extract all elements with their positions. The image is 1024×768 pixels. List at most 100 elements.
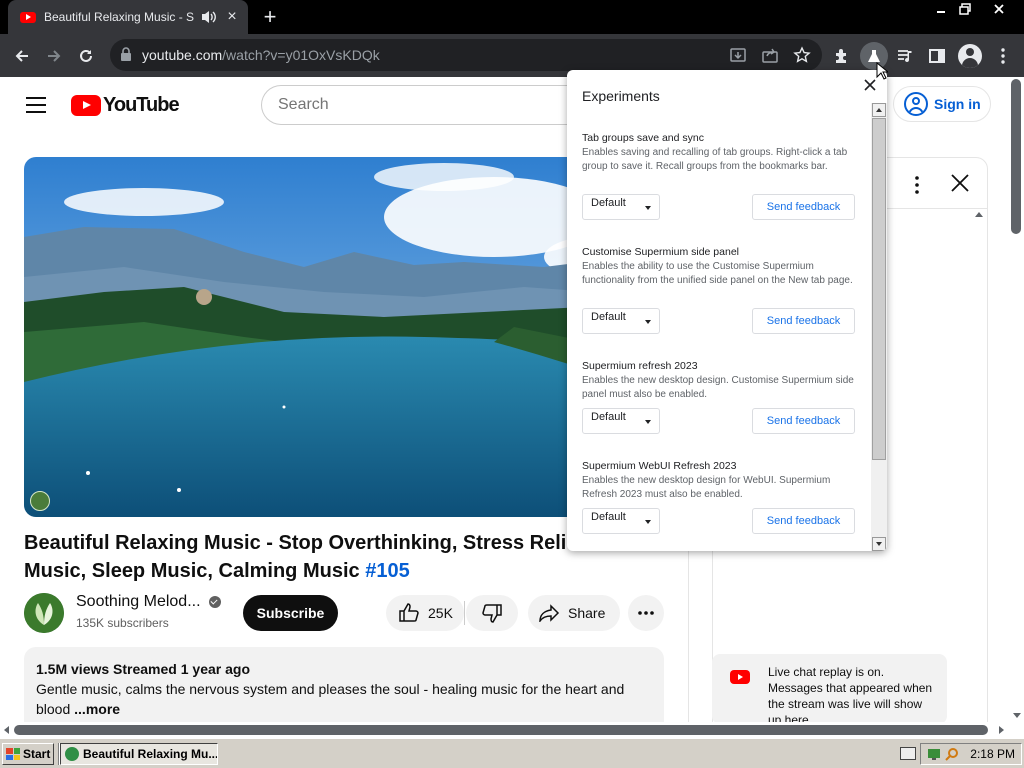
- browser-tab[interactable]: Beautiful Relaxing Music - Stop Overthin…: [8, 0, 248, 34]
- tab-close-icon[interactable]: ×: [224, 9, 240, 25]
- dislike-button[interactable]: [466, 595, 518, 631]
- youtube-favicon-icon: [20, 11, 36, 23]
- video-title: Beautiful Relaxing Music - Stop Overthin…: [24, 529, 624, 585]
- experiment-item: Customise Supermium side panel Enables t…: [582, 246, 857, 342]
- subscriber-count: 135K subscribers: [76, 616, 169, 630]
- experiment-name: Customise Supermium side panel: [582, 246, 739, 258]
- url-path: /watch?v=y01OxVsKDQk: [222, 47, 380, 63]
- media-queue-icon[interactable]: [894, 45, 916, 67]
- chat-close-icon[interactable]: [949, 172, 971, 194]
- browser-app-icon: [65, 747, 79, 761]
- experiment-state-select[interactable]: Default: [582, 508, 660, 534]
- experiment-item: Tab groups save and sync Enables saving …: [582, 132, 857, 228]
- popup-scroll-down-icon[interactable]: [872, 537, 886, 551]
- mouse-cursor-icon: [876, 62, 888, 80]
- lock-icon[interactable]: [120, 47, 132, 61]
- side-panel-icon[interactable]: [926, 45, 948, 67]
- search-input[interactable]: [262, 86, 591, 124]
- page-horizontal-scrollbar[interactable]: [0, 722, 1008, 738]
- account-icon: [904, 92, 928, 116]
- sign-in-button[interactable]: Sign in: [893, 86, 991, 122]
- clock[interactable]: 2:18 PM: [970, 747, 1015, 761]
- experiment-item: Supermium refresh 2023 Enables the new d…: [582, 360, 857, 440]
- speaker-icon[interactable]: [200, 9, 218, 25]
- send-feedback-button[interactable]: Send feedback: [752, 508, 855, 534]
- subscribe-button[interactable]: Subscribe: [243, 595, 338, 631]
- channel-name[interactable]: Soothing Melod...: [76, 593, 221, 611]
- search-tray-icon[interactable]: [945, 747, 959, 761]
- send-feedback-button[interactable]: Send feedback: [752, 308, 855, 334]
- restore-button[interactable]: [952, 0, 978, 18]
- channel-watermark-icon[interactable]: [30, 491, 50, 511]
- share-button[interactable]: Share: [528, 595, 620, 631]
- chat-replay-notice: Live chat replay is on. Messages that ap…: [712, 654, 947, 722]
- experiment-state-select[interactable]: Default: [582, 194, 660, 220]
- popup-scroll-up-icon[interactable]: [872, 103, 886, 117]
- share-arrow-icon: [539, 604, 560, 622]
- keyboard-layout-icon[interactable]: [900, 747, 916, 760]
- chat-scroll-up-arrow-icon[interactable]: [975, 212, 983, 217]
- scroll-down-arrow-icon[interactable]: [1013, 713, 1021, 718]
- page-scroll-thumb[interactable]: [1011, 79, 1021, 234]
- popup-scroll-thumb[interactable]: [872, 118, 886, 460]
- popup-scrollbar[interactable]: [871, 103, 887, 551]
- experiments-title: Experiments: [582, 88, 660, 104]
- tab-title: Beautiful Relaxing Music - Stop Overthin…: [44, 10, 194, 24]
- youtube-icon: [730, 670, 750, 684]
- popup-close-icon[interactable]: [863, 78, 877, 92]
- like-button[interactable]: 25K: [386, 595, 464, 631]
- channel-avatar[interactable]: [24, 593, 64, 633]
- experiments-popup: Experiments Tab groups save and sync Ena…: [567, 70, 887, 551]
- video-hashtag[interactable]: #105: [365, 560, 410, 582]
- horizontal-scroll-thumb[interactable]: [14, 725, 988, 735]
- experiment-description: Enables the new desktop design for WebUI…: [582, 475, 831, 500]
- send-feedback-button[interactable]: Send feedback: [752, 408, 855, 434]
- scroll-right-arrow-icon[interactable]: [999, 726, 1004, 734]
- bookmark-star-icon[interactable]: [793, 46, 811, 64]
- more-horizontal-icon: [638, 611, 654, 615]
- install-icon[interactable]: [729, 46, 747, 64]
- profile-avatar-icon[interactable]: [958, 44, 982, 68]
- experiment-description: Enables saving and recalling of tab grou…: [582, 147, 848, 172]
- youtube-wordmark: YouTube: [103, 94, 180, 116]
- taskbar-window-button[interactable]: Beautiful Relaxing Mu...: [60, 743, 218, 765]
- experiment-name: Tab groups save and sync: [582, 132, 704, 144]
- description-body: Gentle music, calms the nervous system a…: [36, 681, 625, 717]
- back-button[interactable]: [8, 42, 36, 70]
- reload-button[interactable]: [72, 42, 100, 70]
- taskbar: Start Beautiful Relaxing Mu... 2:18 PM: [0, 738, 1024, 768]
- system-tray: 2:18 PM: [920, 743, 1022, 765]
- experiment-name: Supermium WebUI Refresh 2023: [582, 460, 737, 472]
- menu-hamburger-icon[interactable]: [26, 97, 46, 113]
- address-bar[interactable]: youtube.com/watch?v=y01OxVsKDQk: [110, 39, 822, 71]
- like-count: 25K: [428, 605, 453, 621]
- experiment-state-select[interactable]: Default: [582, 308, 660, 334]
- video-title-text: Beautiful Relaxing Music - Stop Overthin…: [24, 532, 585, 582]
- start-button[interactable]: Start: [2, 743, 54, 765]
- page-vertical-scrollbar[interactable]: [1008, 77, 1024, 722]
- sign-in-label: Sign in: [934, 96, 981, 112]
- send-feedback-button[interactable]: Send feedback: [752, 194, 855, 220]
- description-box[interactable]: 1.5M views Streamed 1 year ago Gentle mu…: [24, 647, 664, 722]
- window-close-button[interactable]: [986, 0, 1012, 18]
- leaf-logo-icon: [24, 593, 64, 633]
- experiment-name: Supermium refresh 2023: [582, 360, 698, 372]
- show-more-link[interactable]: ...more: [74, 701, 120, 717]
- chat-menu-icon[interactable]: [915, 176, 919, 194]
- new-tab-button[interactable]: +: [258, 6, 282, 30]
- extensions-icon[interactable]: [831, 45, 853, 67]
- forward-button[interactable]: [40, 42, 68, 70]
- share-page-icon[interactable]: [761, 46, 779, 64]
- windows-flag-icon: [6, 748, 20, 760]
- search-box[interactable]: [261, 85, 591, 125]
- chat-replay-text: Live chat replay is on. Messages that ap…: [768, 665, 933, 722]
- experiment-state-select[interactable]: Default: [582, 408, 660, 434]
- scroll-left-arrow-icon[interactable]: [4, 726, 9, 734]
- more-actions-button[interactable]: [628, 595, 664, 631]
- minimize-button[interactable]: [928, 0, 954, 18]
- experiment-item: Supermium WebUI Refresh 2023 Enables the…: [582, 460, 857, 540]
- network-tray-icon[interactable]: [927, 747, 941, 761]
- youtube-logo[interactable]: YouTube: [71, 94, 180, 117]
- chrome-menu-icon[interactable]: [992, 45, 1014, 67]
- url-text[interactable]: youtube.com/watch?v=y01OxVsKDQk: [142, 39, 380, 71]
